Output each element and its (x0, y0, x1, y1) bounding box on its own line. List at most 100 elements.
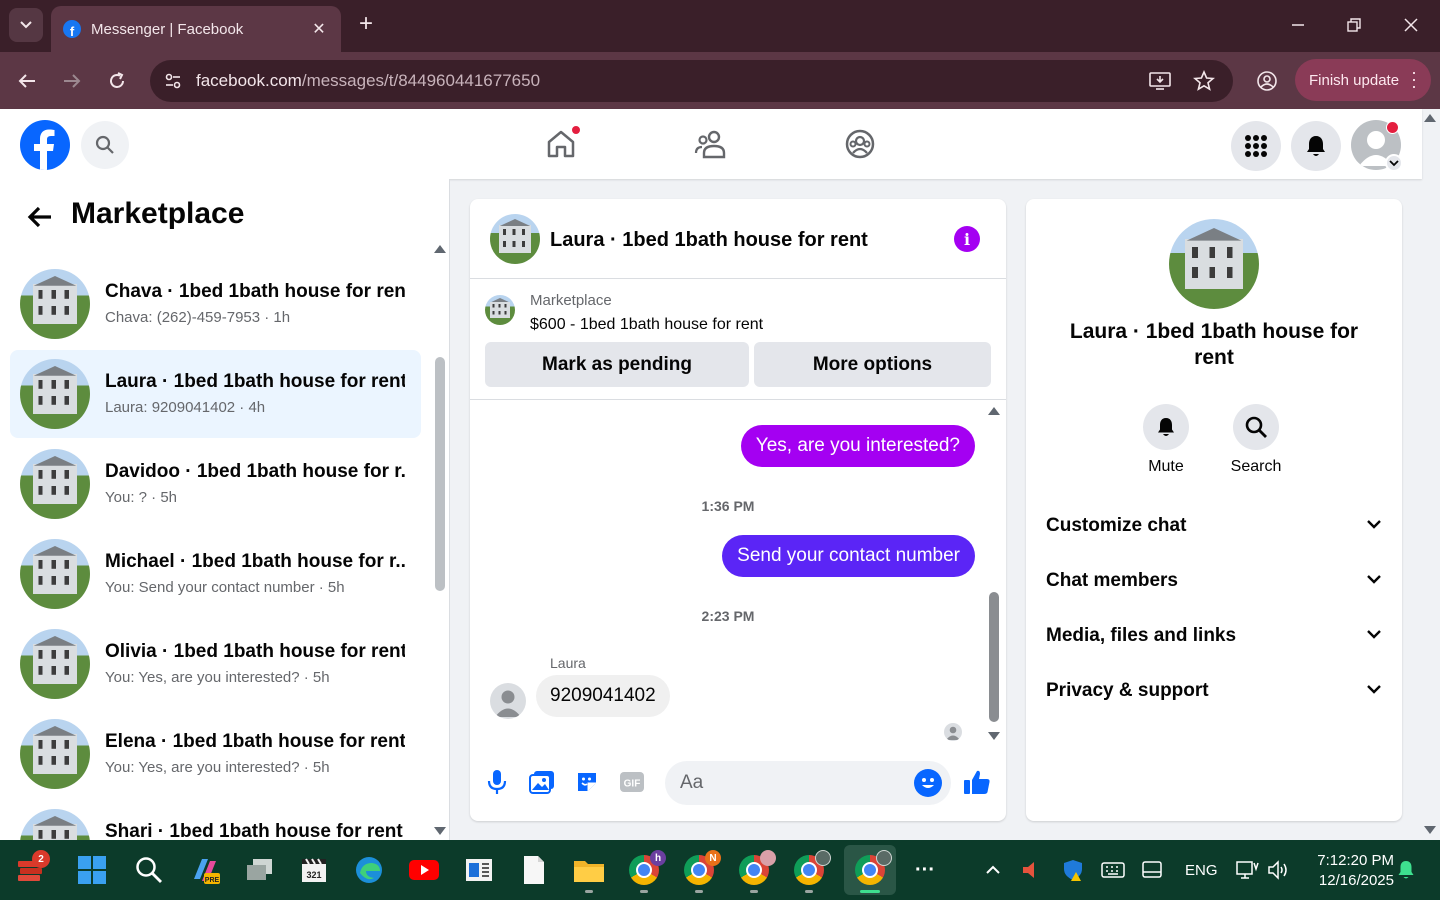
facebook-logo[interactable] (20, 120, 70, 170)
conversation-item[interactable]: Michael · 1bed 1bath house for r... You:… (10, 530, 421, 618)
browser-profile-button[interactable] (1252, 64, 1282, 98)
site-settings-icon[interactable] (164, 72, 182, 90)
language-indicator[interactable]: ENG (1185, 862, 1218, 879)
privacy-support-section[interactable]: Privacy & support (1046, 671, 1382, 711)
sender-avatar[interactable] (490, 683, 526, 719)
conversation-info-button[interactable]: i (954, 226, 980, 252)
taskbar-more-apps[interactable]: ··· (907, 852, 943, 888)
media-files-links-section[interactable]: Media, files and links (1046, 616, 1382, 656)
facebook-search-button[interactable] (81, 121, 129, 169)
taskbar-app-books[interactable]: 2 (12, 850, 50, 888)
page-scroll-up-arrow[interactable] (1424, 114, 1436, 122)
conversation-item[interactable]: Davidoo · 1bed 1bath house for r... You:… (10, 440, 421, 528)
message-input[interactable]: Aa (665, 761, 951, 805)
outgoing-message[interactable]: Yes, are you interested? (740, 425, 975, 467)
taskbar-chrome-profile-h[interactable]: h (626, 850, 666, 888)
taskbar-video-editor[interactable]: 321 (296, 852, 332, 888)
taskbar-search[interactable] (131, 852, 167, 888)
sidebar-scrollbar[interactable] (435, 357, 445, 591)
conversation-item[interactable]: Olivia · 1bed 1bath house for rent You: … (10, 620, 421, 708)
mark-as-pending-button[interactable]: Mark as pending (485, 342, 749, 387)
search-action[interactable]: Search (1216, 404, 1296, 476)
new-tab-button[interactable]: + (352, 10, 380, 38)
incoming-message[interactable]: 9209041402 (536, 675, 670, 717)
back-button[interactable] (10, 64, 44, 98)
search-in-conversation-button[interactable] (1233, 404, 1279, 450)
tab-close-icon[interactable]: ✕ (309, 19, 329, 39)
listing-thumbnail-large[interactable] (1169, 219, 1259, 309)
address-bar[interactable]: facebook.com/messages/t/844960441677650 (150, 60, 1233, 102)
emoji-button[interactable] (914, 769, 942, 797)
forward-button[interactable] (55, 64, 89, 98)
customize-chat-section[interactable]: Customize chat (1046, 506, 1382, 546)
voice-clip-button[interactable] (481, 766, 513, 798)
finish-update-button[interactable]: Finish update · · · (1295, 59, 1431, 101)
restore-button[interactable] (1339, 10, 1369, 40)
taskbar-chrome-profile-3[interactable] (736, 850, 776, 888)
tray-security[interactable] (1056, 852, 1092, 888)
tray-audio-app[interactable] (1012, 852, 1048, 888)
install-app-icon[interactable] (1149, 71, 1171, 91)
mute-button[interactable] (1143, 404, 1189, 450)
arrow-left-icon (18, 74, 35, 88)
listing-title[interactable]: $600 - 1bed 1bath house for rent (530, 316, 763, 334)
close-window-button[interactable] (1396, 10, 1426, 40)
send-like-button[interactable] (961, 766, 993, 798)
gif-button[interactable]: GIF (616, 766, 648, 798)
taskbar-copilot[interactable]: PRE (187, 852, 223, 888)
outgoing-message[interactable]: Send your contact number (722, 535, 975, 577)
tray-network[interactable] (1229, 852, 1265, 888)
sidebar-scroll-up[interactable] (434, 245, 446, 253)
chat-scroll-up[interactable] (988, 407, 1000, 415)
nav-friends[interactable] (691, 124, 731, 164)
page-scroll-down-arrow[interactable] (1424, 826, 1436, 834)
tablet-icon (1142, 861, 1162, 878)
taskbar-task-view[interactable] (241, 852, 277, 888)
back-to-chats-button[interactable] (22, 199, 58, 235)
start-button[interactable] (74, 852, 110, 888)
menu-button[interactable] (1231, 121, 1281, 171)
reload-button[interactable] (100, 64, 134, 98)
chat-members-section[interactable]: Chat members (1046, 561, 1382, 601)
sidebar-scroll-down[interactable] (434, 827, 446, 835)
nav-groups[interactable] (840, 124, 880, 164)
taskbar-chrome-profile-4[interactable] (791, 850, 831, 888)
account-menu-chevron[interactable] (1385, 154, 1403, 172)
taskbar-youtube[interactable] (406, 852, 442, 888)
chat-scroll-down[interactable] (988, 732, 1000, 740)
more-options-button[interactable]: More options (754, 342, 991, 387)
chat-scrollbar[interactable] (989, 592, 999, 722)
taskbar-notepad[interactable] (516, 852, 552, 888)
taskbar-file-explorer[interactable] (571, 852, 607, 888)
taskbar-chrome-profile-n[interactable]: N (681, 850, 721, 888)
notifications-button[interactable] (1291, 121, 1341, 171)
nav-home[interactable] (541, 124, 581, 164)
browser-tab-messenger[interactable]: f Messenger | Facebook ✕ (51, 6, 341, 52)
conversation-item[interactable]: Shari · 1bed 1bath house for rent (10, 800, 421, 840)
taskbar-edge[interactable] (351, 852, 387, 888)
conversation-item-active[interactable]: Laura · 1bed 1bath house for rent Laura:… (10, 350, 421, 438)
tray-keyboard[interactable] (1095, 852, 1131, 888)
system-clock[interactable]: 7:12:20 PM 12/16/2025 (1300, 851, 1394, 891)
conversation-preview: You: Send your contact number · 5h (105, 579, 345, 596)
tray-volume[interactable] (1261, 852, 1297, 888)
tray-tablet-mode[interactable] (1134, 852, 1170, 888)
conversation-item[interactable]: Chava · 1bed 1bath house for rent Chava:… (10, 260, 421, 348)
minimize-button[interactable] (1283, 10, 1313, 40)
more-vert-icon[interactable]: · · · (1411, 63, 1417, 95)
chat-listing-thumbnail[interactable] (490, 214, 540, 264)
url-text[interactable]: facebook.com/messages/t/844960441677650 (196, 71, 1149, 91)
attach-media-button[interactable] (526, 766, 558, 798)
taskbar-news[interactable] (461, 852, 497, 888)
sticker-button[interactable] (571, 766, 603, 798)
tab-search-button[interactable] (9, 8, 43, 42)
taskbar-chrome-active[interactable] (852, 850, 892, 888)
conversation-preview: You: Yes, are you interested? · 5h (105, 759, 330, 776)
chat-title[interactable]: Laura · 1bed 1bath house for rent (550, 229, 868, 252)
bookmark-star-icon[interactable] (1193, 70, 1215, 92)
show-hidden-icons[interactable] (975, 852, 1011, 888)
mute-action[interactable]: Mute (1126, 404, 1206, 476)
seen-indicator-avatar (944, 723, 962, 741)
listing-thumbnail[interactable] (485, 295, 515, 325)
conversation-item[interactable]: Elena · 1bed 1bath house for rent You: Y… (10, 710, 421, 798)
